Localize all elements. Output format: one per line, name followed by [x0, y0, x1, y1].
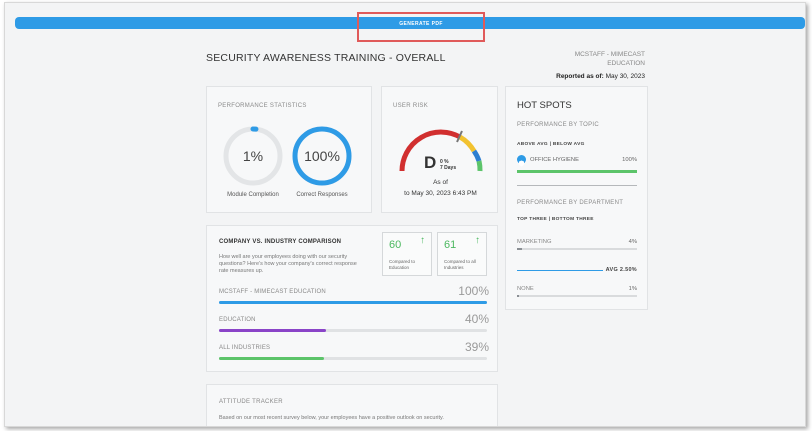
department-label-none: NONE: [517, 286, 534, 292]
module-completion-caption: Module Completion: [227, 192, 279, 198]
bar-company: [219, 301, 487, 304]
risk-grade: D: [424, 153, 437, 172]
risk-as-of-label: As of: [433, 179, 448, 186]
department-toggle[interactable]: TOP THREE | BOTTOM THREE: [517, 217, 594, 222]
bar-label-all-industries: ALL INDUSTRIES: [219, 345, 271, 351]
module-completion-value: 1%: [242, 148, 264, 164]
arrow-up-icon: ↑: [420, 235, 425, 246]
risk-as-of-date: to May 30, 2023 6:43 PM: [404, 190, 477, 197]
comparison-caption-industries: Compared to all Industries: [444, 259, 476, 270]
attitude-tracker-description: Based on our most recent survey below, y…: [219, 415, 444, 421]
hot-spots-title: HOT SPOTS: [517, 100, 572, 111]
user-risk-card: USER RISK D 0 % 7 Days As of to May 30, …: [381, 86, 498, 213]
comparison-card-education: 60 ↑ Compared to Education: [382, 232, 432, 276]
department-bar-marketing: [517, 248, 637, 250]
company-vs-industry-card: COMPANY VS. INDUSTRY COMPARISON How well…: [206, 225, 498, 372]
organization-name: MCSTAFF - MIMECAST EDUCATION: [574, 51, 645, 67]
performance-statistics-card: PERFORMANCE STATISTICS 1% Module Complet…: [206, 86, 372, 213]
correct-responses-value: 100%: [304, 148, 340, 164]
department-value-marketing: 4%: [628, 239, 637, 245]
performance-by-department-label: PERFORMANCE BY DEPARTMENT: [517, 200, 624, 206]
bar-value-education: 40%: [464, 312, 489, 326]
hot-spots-card: HOT SPOTS PERFORMANCE BY TOPIC ABOVE AVG…: [505, 86, 648, 310]
arrow-up-icon: ↑: [475, 235, 480, 246]
topic-item-bar: [517, 170, 637, 173]
module-completion-ring: 1%: [222, 125, 284, 187]
bar-value-all-industries: 39%: [464, 340, 489, 354]
app-frame: GENERATE PDF SECURITY AWARENESS TRAINING…: [4, 2, 806, 427]
bar-label-education: EDUCATION: [219, 317, 256, 323]
topic-toggle[interactable]: ABOVE AVG | BELOW AVG: [517, 142, 585, 147]
generate-pdf-label: GENERATE PDF: [399, 21, 443, 27]
bar-value-company: 100%: [458, 284, 489, 298]
bar-education: [219, 329, 487, 332]
topic-item-label: OFFICE HYGIENE: [530, 157, 579, 163]
comparison-card-industries: 61 ↑ Compared to all Industries: [437, 232, 487, 276]
risk-change: 0 % 7 Days: [440, 159, 457, 171]
bar-label-company: MCSTAFF - MIMECAST EDUCATION: [219, 289, 326, 295]
generate-pdf-button[interactable]: GENERATE PDF: [357, 12, 485, 42]
comparison-caption-education: Compared to Education: [389, 259, 416, 270]
topic-item-value: 100%: [622, 157, 637, 163]
department-bar-none: [517, 295, 637, 297]
comparison-value-education: 60: [389, 239, 402, 251]
average-line: [517, 270, 603, 271]
divider: [517, 185, 637, 186]
shield-icon: [517, 155, 526, 167]
performance-statistics-label: PERFORMANCE STATISTICS: [218, 103, 307, 109]
comparison-value-industries: 61: [444, 239, 457, 251]
bar-all-industries: [219, 357, 487, 360]
reported-date: Reported as of: May 30, 2023: [556, 73, 645, 80]
correct-responses-caption: Correct Responses: [296, 192, 348, 198]
page-title: SECURITY AWARENESS TRAINING - OVERALL: [206, 52, 446, 64]
attitude-tracker-card: ATTITUDE TRACKER Based on our most recen…: [206, 384, 498, 426]
comparison-title: COMPANY VS. INDUSTRY COMPARISON: [219, 239, 342, 245]
user-risk-label: USER RISK: [393, 103, 429, 109]
attitude-tracker-title: ATTITUDE TRACKER: [219, 399, 283, 405]
average-label: AVG 2.50%: [605, 267, 637, 273]
department-value-none: 1%: [628, 286, 637, 292]
correct-responses-ring: 100%: [291, 125, 353, 187]
department-label-marketing: MARKETING: [517, 239, 552, 245]
performance-by-topic-label: PERFORMANCE BY TOPIC: [517, 122, 600, 128]
comparison-description: How well are your employees doing with o…: [219, 254, 357, 274]
